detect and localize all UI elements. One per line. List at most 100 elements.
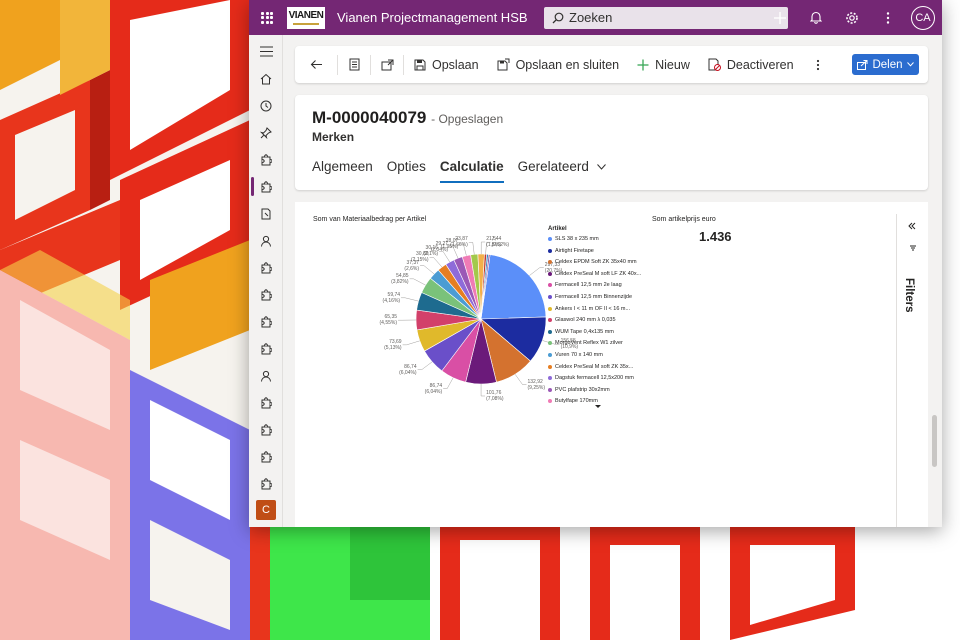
add-icon[interactable]: [762, 0, 798, 35]
tab-gerelateerd[interactable]: Gerelateerd: [518, 159, 606, 183]
powerbi-report: Som van Materiaalbedrag per Artikel 297,…: [295, 202, 928, 527]
legend-item[interactable]: Celdex PreSeal M soft LF ZK 40x...: [548, 271, 641, 277]
page-scrollbar[interactable]: [932, 415, 937, 467]
person-icon[interactable]: [249, 362, 283, 389]
filters-label: Filters: [903, 278, 915, 313]
legend-item[interactable]: Fermacell 12,5 mm 2e laag: [548, 282, 622, 288]
pie-data-label: 54,85 (3,82%): [391, 272, 409, 285]
form-icon: [349, 58, 359, 71]
legend-label: MorgoVent Reflex W1 zilver: [555, 340, 623, 347]
legend-scroll-down-icon[interactable]: [595, 405, 601, 408]
legend-label: Vuren 70 x 140 mm: [555, 352, 603, 358]
legend-item[interactable]: SLS 38 x 235 mm: [548, 236, 599, 242]
puzzle-icon[interactable]: [249, 389, 283, 416]
legend-title: Artikel: [548, 226, 567, 232]
legend-item[interactable]: Ankers I < 11 m OF II < 16 m...: [548, 306, 630, 312]
bell-icon[interactable]: [798, 0, 834, 35]
legend-label: Glaswol 240 mm λ 0,035: [555, 317, 616, 324]
record-id: M-0000040079: [312, 108, 427, 127]
chevron-down-icon: [906, 62, 914, 67]
tab-algemeen[interactable]: Algemeen: [312, 159, 373, 183]
new-label: Nieuw: [655, 57, 690, 72]
more-commands-button[interactable]: [816, 46, 820, 83]
share-icon: [857, 59, 868, 70]
pie-leader-line: [480, 383, 486, 397]
open-new-window-button[interactable]: [377, 46, 397, 83]
legend-item[interactable]: Butylfape 170mm: [548, 398, 598, 404]
share-button[interactable]: Delen: [852, 54, 919, 75]
save-and-close-button[interactable]: Opslaan en sluiten: [497, 46, 619, 83]
legend-item[interactable]: Airtight Firetape: [548, 248, 594, 254]
save-close-icon: [497, 58, 510, 71]
puzzle-icon[interactable]: [249, 308, 283, 335]
legend-item[interactable]: WUM Tape 0,4x135 mm: [548, 329, 614, 335]
pie-leader-line: [468, 242, 475, 255]
pie-leader-line: [401, 297, 419, 302]
puzzle-icon[interactable]: [249, 416, 283, 443]
person-icon[interactable]: [249, 227, 283, 254]
pie-leader-line: [409, 278, 426, 286]
open-window-icon: [381, 59, 393, 70]
legend-item[interactable]: PVC plafstrip 30x2mm: [548, 387, 610, 393]
legend-label: Celdex EPDM Soft ZK 35x40 mm: [555, 259, 637, 266]
legend-label: Fermacell 12,5 mm 2e laag: [555, 282, 622, 289]
legend-item[interactable]: Fermacell 12,5 mm Binnenzijde: [548, 294, 632, 300]
puzzle-icon[interactable]: [249, 254, 283, 281]
tab-calculatie[interactable]: Calculatie: [439, 159, 504, 183]
legend-label: Ankers I < 11 m OF II < 16 m...: [555, 305, 631, 312]
legend-marker: [548, 237, 552, 241]
pie-chart: [398, 241, 560, 397]
legend-label: PVC plafstrip 30x2mm: [555, 386, 610, 393]
save-button[interactable]: Opslaan: [414, 46, 479, 83]
legend-item[interactable]: MorgoVent Reflex W1 zilver: [548, 340, 623, 346]
legend-label: SLS 38 x 235 mm: [555, 236, 599, 242]
pie-leader-line: [514, 374, 527, 385]
legend-item[interactable]: Glaswol 240 mm λ 0,035: [548, 317, 616, 323]
puzzle-icon[interactable]: [249, 173, 283, 200]
document-icon[interactable]: [249, 200, 283, 227]
area-switcher-badge[interactable]: C: [256, 500, 276, 520]
filters-pane[interactable]: Filters: [896, 214, 928, 527]
tab-opties[interactable]: Opties: [387, 159, 426, 183]
gear-icon[interactable]: [834, 0, 870, 35]
more-options-icon[interactable]: [870, 0, 906, 35]
form-view-button[interactable]: [344, 46, 364, 83]
legend-item[interactable]: Celdex EPDM Soft ZK 35x40 mm: [548, 259, 637, 265]
legend-marker: [548, 260, 552, 265]
pie-slice[interactable]: [480, 254, 547, 320]
new-button[interactable]: Nieuw: [637, 46, 690, 83]
legend-marker: [548, 306, 552, 311]
user-avatar[interactable]: CA: [911, 5, 935, 30]
record-status: - Opgeslagen: [431, 112, 504, 126]
app-title[interactable]: Vianen Projectmanagement HSB: [337, 10, 533, 25]
pin-icon[interactable]: [249, 119, 283, 146]
pie-data-label: 101,76 (7,08%): [486, 389, 504, 402]
hamburger-menu-icon[interactable]: [249, 38, 283, 65]
record-title: M-0000040079 - Opgeslagen: [312, 108, 503, 128]
puzzle-icon[interactable]: [249, 470, 283, 497]
legend-marker: [548, 295, 552, 299]
dynamics-app-window: VIANEN Vianen Projectmanagement HSB Zoek…: [249, 0, 942, 527]
record-entity: Merken: [312, 130, 355, 144]
back-button[interactable]: [301, 46, 331, 83]
recent-icon[interactable]: [249, 92, 283, 119]
search-icon: [552, 12, 564, 23]
app-launcher-icon[interactable]: [249, 0, 285, 35]
legend-item[interactable]: Celdex PreSeal M soft ZK 35x...: [548, 364, 633, 370]
save-label: Opslaan: [432, 57, 479, 72]
pie-leader-line: [480, 241, 486, 255]
puzzle-icon[interactable]: [249, 146, 283, 173]
pie-data-label: 73,69 (5,13%): [384, 338, 402, 351]
search-box[interactable]: Zoeken: [544, 6, 788, 29]
pie-data-label: 7,44 (0,52%): [491, 236, 510, 249]
puzzle-icon[interactable]: [249, 335, 283, 362]
deactivate-button[interactable]: Deactiveren: [708, 46, 794, 83]
puzzle-icon[interactable]: [249, 281, 283, 308]
home-icon[interactable]: [249, 65, 283, 92]
legend-item[interactable]: Dagstuk fermacell 12,5x200 mm: [548, 375, 634, 381]
record-header: M-0000040079 - Opgeslagen Merken Algemee…: [295, 95, 928, 190]
chevron-down-icon: [596, 164, 606, 171]
legend-item[interactable]: Vuren 70 x 140 mm: [548, 352, 603, 358]
puzzle-icon[interactable]: [249, 443, 283, 470]
card-value: 1.436: [699, 229, 732, 244]
